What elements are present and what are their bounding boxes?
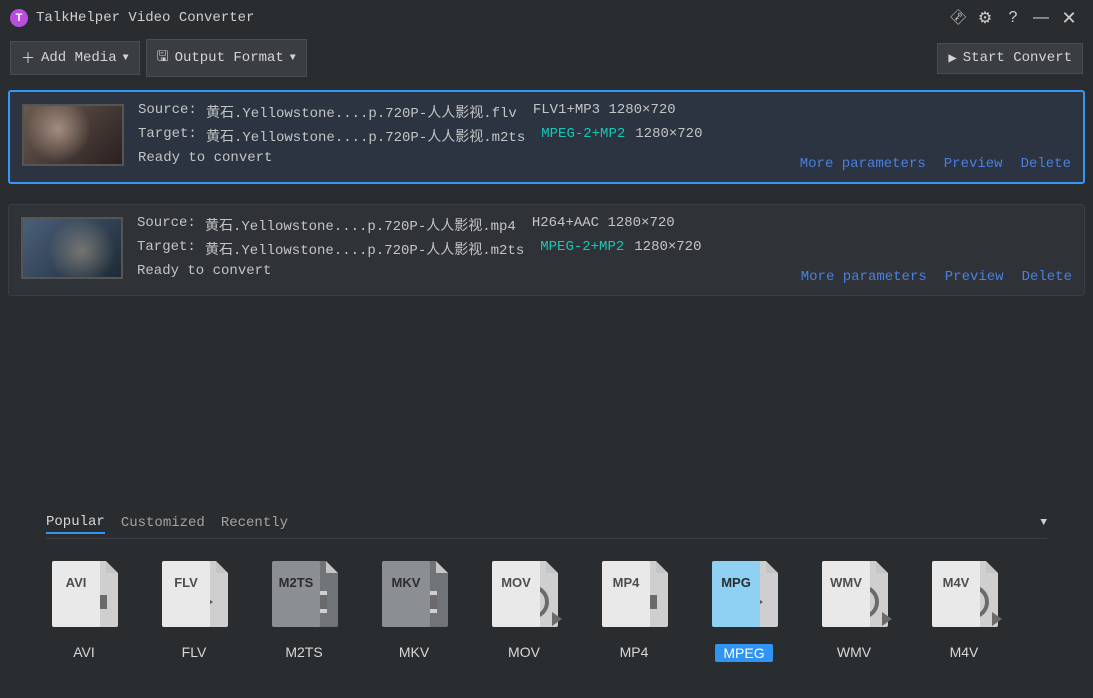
format-wmv[interactable]: WMV WMV	[816, 556, 892, 662]
list-item[interactable]: Source: 黄石.Yellowstone....p.720P-人人影视.fl…	[8, 90, 1085, 184]
file-icon: M4V	[926, 556, 1002, 632]
format-flv[interactable]: FLV FLV	[156, 556, 232, 662]
format-label: MKV	[399, 644, 429, 660]
target-label: Target:	[137, 239, 197, 259]
item-info: Source: 黄石.Yellowstone....p.720P-人人影视.fl…	[138, 102, 1071, 172]
more-parameters-link[interactable]: More parameters	[800, 156, 926, 172]
format-label: AVI	[73, 644, 95, 660]
output-format-button[interactable]: 🖫 Output Format ▼	[146, 39, 307, 77]
format-ext: M2TS	[272, 575, 320, 590]
format-grid: AVIAVIFLVFLVM2TSM2TSMKVMKVMOVMOVMP4MP4MP…	[46, 556, 1047, 662]
chevron-down-icon: ▼	[123, 53, 129, 64]
format-ext: M4V	[932, 575, 980, 590]
format-label: M2TS	[285, 644, 322, 660]
format-label: MPEG	[715, 644, 772, 662]
format-label: MP4	[620, 644, 649, 660]
source-label: Source:	[138, 102, 198, 122]
play-icon: ▶	[948, 50, 956, 67]
format-ext: FLV	[162, 575, 210, 590]
add-media-button[interactable]: ＋ Add Media ▼	[10, 41, 140, 75]
more-parameters-link[interactable]: More parameters	[801, 269, 927, 285]
format-ext: MPG	[712, 575, 760, 590]
item-info: Source: 黄石.Yellowstone....p.720P-人人影视.mp…	[137, 215, 1072, 285]
chevron-down-icon[interactable]: ▼	[1040, 517, 1047, 529]
video-thumbnail	[22, 104, 124, 166]
format-m4v[interactable]: M4V M4V	[926, 556, 1002, 662]
file-icon: MKV	[376, 556, 452, 632]
format-tabs: Popular Customized Recently ▼	[46, 512, 1047, 539]
source-codec: H264+AAC 1280×720	[532, 215, 675, 235]
format-label: M4V	[950, 644, 979, 660]
file-icon: M2TS	[266, 556, 342, 632]
file-icon: MOV	[486, 556, 562, 632]
format-label: FLV	[182, 644, 207, 660]
conversion-list: Source: 黄石.Yellowstone....p.720P-人人影视.fl…	[0, 76, 1093, 296]
format-mkv[interactable]: MKV MKV	[376, 556, 452, 662]
format-ext: MOV	[492, 575, 540, 590]
file-icon: WMV	[816, 556, 892, 632]
help-icon[interactable]: ?	[999, 4, 1027, 32]
source-filename: 黄石.Yellowstone....p.720P-人人影视.mp4	[205, 215, 516, 235]
target-resolution: 1280×720	[634, 239, 701, 259]
target-filename: 黄石.Yellowstone....p.720P-人人影视.m2ts	[205, 239, 524, 259]
delete-link[interactable]: Delete	[1021, 156, 1071, 172]
format-ext: WMV	[822, 575, 870, 590]
target-filename: 黄石.Yellowstone....p.720P-人人影视.m2ts	[206, 126, 525, 146]
start-convert-button[interactable]: ▶ Start Convert	[937, 43, 1083, 74]
preview-link[interactable]: Preview	[944, 156, 1003, 172]
app-title: TalkHelper Video Converter	[36, 10, 254, 26]
status-text: Ready to convert	[137, 263, 271, 279]
source-label: Source:	[137, 215, 197, 235]
status-text: Ready to convert	[138, 150, 272, 166]
preview-link[interactable]: Preview	[945, 269, 1004, 285]
list-item[interactable]: Source: 黄石.Yellowstone....p.720P-人人影视.mp…	[8, 204, 1085, 296]
tab-popular[interactable]: Popular	[46, 512, 105, 534]
target-label: Target:	[138, 126, 198, 146]
delete-link[interactable]: Delete	[1022, 269, 1072, 285]
app-icon: T	[10, 9, 28, 27]
target-resolution: 1280×720	[635, 126, 702, 146]
minimize-icon[interactable]: —	[1027, 4, 1055, 32]
file-icon: FLV	[156, 556, 232, 632]
format-m2ts[interactable]: M2TS M2TS	[266, 556, 342, 662]
tab-customized[interactable]: Customized	[121, 513, 205, 533]
start-convert-label: Start Convert	[963, 50, 1072, 66]
toolbar: ＋ Add Media ▼ 🖫 Output Format ▼ ▶ Start …	[0, 40, 1093, 76]
close-icon[interactable]: ✕	[1055, 4, 1083, 32]
file-icon: MPG	[706, 556, 782, 632]
output-format-label: Output Format	[175, 50, 284, 66]
tab-recently[interactable]: Recently	[221, 513, 288, 533]
format-mp4[interactable]: MP4 MP4	[596, 556, 672, 662]
source-codec: FLV1+MP3 1280×720	[533, 102, 676, 122]
format-mov[interactable]: MOV MOV	[486, 556, 562, 662]
format-label: WMV	[837, 644, 871, 660]
format-ext: MKV	[382, 575, 430, 590]
plus-icon: ＋	[21, 48, 35, 68]
add-media-label: Add Media	[41, 50, 117, 66]
key-icon[interactable]: ⚿	[943, 4, 971, 32]
target-codec: MPEG-2+MP2	[541, 126, 625, 146]
save-icon: 🖫	[157, 46, 169, 70]
format-ext: MP4	[602, 575, 650, 590]
format-ext: AVI	[52, 575, 100, 590]
video-thumbnail	[21, 217, 123, 279]
titlebar: T TalkHelper Video Converter ⚿ ⚙ ? — ✕	[0, 0, 1093, 36]
format-label: MOV	[508, 644, 540, 660]
file-icon: AVI	[46, 556, 122, 632]
chevron-down-icon: ▼	[290, 53, 296, 64]
format-avi[interactable]: AVI AVI	[46, 556, 122, 662]
gear-icon[interactable]: ⚙	[971, 4, 999, 32]
source-filename: 黄石.Yellowstone....p.720P-人人影视.flv	[206, 102, 517, 122]
target-codec: MPEG-2+MP2	[540, 239, 624, 259]
format-mpeg[interactable]: MPG MPEG	[706, 556, 782, 662]
file-icon: MP4	[596, 556, 672, 632]
